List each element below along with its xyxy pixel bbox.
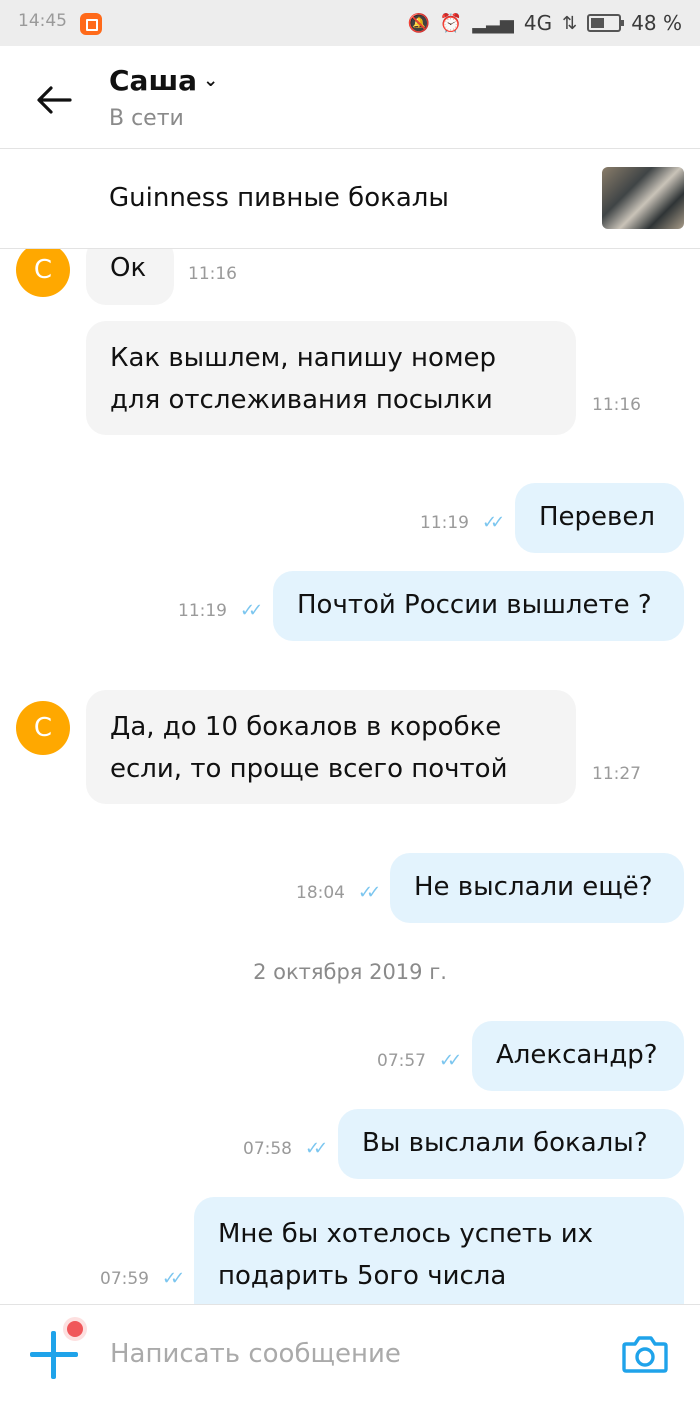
message-bubble-incoming[interactable]: Ок bbox=[86, 249, 174, 305]
mute-icon: 🔕 bbox=[407, 12, 430, 34]
message-list[interactable]: С Ок 11:16 Как вышлем, напишу номер для … bbox=[0, 249, 700, 1304]
message-text-line: если, то проще всего почтой bbox=[110, 754, 508, 784]
listing-title[interactable]: Guinness пивные бокалы bbox=[109, 183, 449, 213]
battery-icon bbox=[587, 14, 625, 32]
chevron-down-icon[interactable]: ⌄ bbox=[203, 70, 218, 91]
message-bubble-outgoing[interactable]: Вы выслали бокалы? bbox=[338, 1109, 684, 1179]
message-time: 11:16 bbox=[188, 264, 237, 284]
date-separator: 2 октября 2019 г. bbox=[253, 960, 447, 984]
read-checkmarks-icon: ✓✓ bbox=[358, 882, 381, 903]
listing-bar[interactable]: Guinness пивные бокалы bbox=[0, 149, 700, 249]
message-time: 18:04 bbox=[296, 883, 345, 903]
read-checkmarks-icon: ✓✓ bbox=[305, 1138, 328, 1159]
message-text-line: Да, до 10 бокалов в коробке bbox=[110, 712, 502, 742]
message-bubble-incoming[interactable]: Да, до 10 бокалов в коробке если, то про… bbox=[86, 690, 576, 804]
message-time: 11:19 bbox=[178, 601, 227, 621]
avatar[interactable]: С bbox=[16, 701, 70, 755]
notification-icon bbox=[80, 13, 102, 35]
listing-thumbnail[interactable] bbox=[602, 167, 684, 229]
message-time: 07:58 bbox=[243, 1139, 292, 1159]
message-bubble-outgoing[interactable]: Александр? bbox=[472, 1021, 684, 1091]
message-text: Почтой России вышлете ? bbox=[297, 590, 652, 620]
message-time: 11:27 bbox=[592, 764, 641, 784]
chat-header: Саша ⌄ В сети bbox=[0, 46, 700, 149]
attach-plus-icon[interactable] bbox=[30, 1331, 78, 1379]
message-bubble-outgoing[interactable]: Перевел bbox=[515, 483, 684, 553]
read-checkmarks-icon: ✓✓ bbox=[439, 1050, 462, 1071]
signal-icon: ▂▃▅ bbox=[472, 12, 514, 34]
message-text: Не выслали ещё? bbox=[414, 872, 653, 902]
read-checkmarks-icon: ✓✓ bbox=[162, 1268, 185, 1289]
message-bubble-outgoing[interactable]: Не выслали ещё? bbox=[390, 853, 684, 923]
avatar[interactable]: С bbox=[16, 249, 70, 297]
message-composer: Написать сообщение bbox=[0, 1304, 700, 1401]
message-bubble-outgoing[interactable]: Мне бы хотелось успеть их подарить 5ого … bbox=[194, 1197, 684, 1304]
contact-name-label: Саша bbox=[109, 64, 198, 97]
status-bar: 14:45 🔕 ⏰ ▂▃▅ 4G ⇅ 48 % bbox=[0, 0, 700, 46]
read-checkmarks-icon: ✓✓ bbox=[482, 512, 505, 533]
notification-dot bbox=[67, 1321, 83, 1337]
online-status: В сети bbox=[109, 106, 184, 131]
status-icons: 🔕 ⏰ ▂▃▅ 4G ⇅ 48 % bbox=[407, 11, 682, 35]
message-input[interactable]: Написать сообщение bbox=[110, 1339, 401, 1369]
back-arrow-icon[interactable] bbox=[36, 86, 72, 114]
network-type: 4G bbox=[523, 11, 553, 35]
data-transfer-icon: ⇅ bbox=[562, 12, 578, 34]
message-text: Ок bbox=[110, 253, 147, 283]
message-bubble-incoming[interactable]: Как вышлем, напишу номер для отслеживани… bbox=[86, 321, 576, 435]
message-time: 11:16 bbox=[592, 395, 641, 415]
alarm-icon: ⏰ bbox=[439, 12, 463, 34]
message-text-line: для отслеживания посылки bbox=[110, 385, 493, 415]
status-time: 14:45 bbox=[18, 11, 67, 31]
camera-icon[interactable] bbox=[622, 1335, 668, 1373]
message-text: Перевел bbox=[539, 502, 655, 532]
read-checkmarks-icon: ✓✓ bbox=[240, 600, 263, 621]
message-text: Вы выслали бокалы? bbox=[362, 1128, 648, 1158]
battery-percent: 48 % bbox=[631, 11, 682, 35]
message-bubble-outgoing[interactable]: Почтой России вышлете ? bbox=[273, 571, 684, 641]
message-time: 11:19 bbox=[420, 513, 469, 533]
message-text-line: Мне бы хотелось успеть их bbox=[218, 1219, 594, 1249]
contact-name[interactable]: Саша ⌄ bbox=[109, 64, 218, 97]
message-text-line: подарить 5ого числа bbox=[218, 1261, 507, 1291]
message-time: 07:57 bbox=[377, 1051, 426, 1071]
message-text: Александр? bbox=[496, 1040, 658, 1070]
message-text-line: Как вышлем, напишу номер bbox=[110, 343, 497, 373]
message-time: 07:59 bbox=[100, 1269, 149, 1289]
